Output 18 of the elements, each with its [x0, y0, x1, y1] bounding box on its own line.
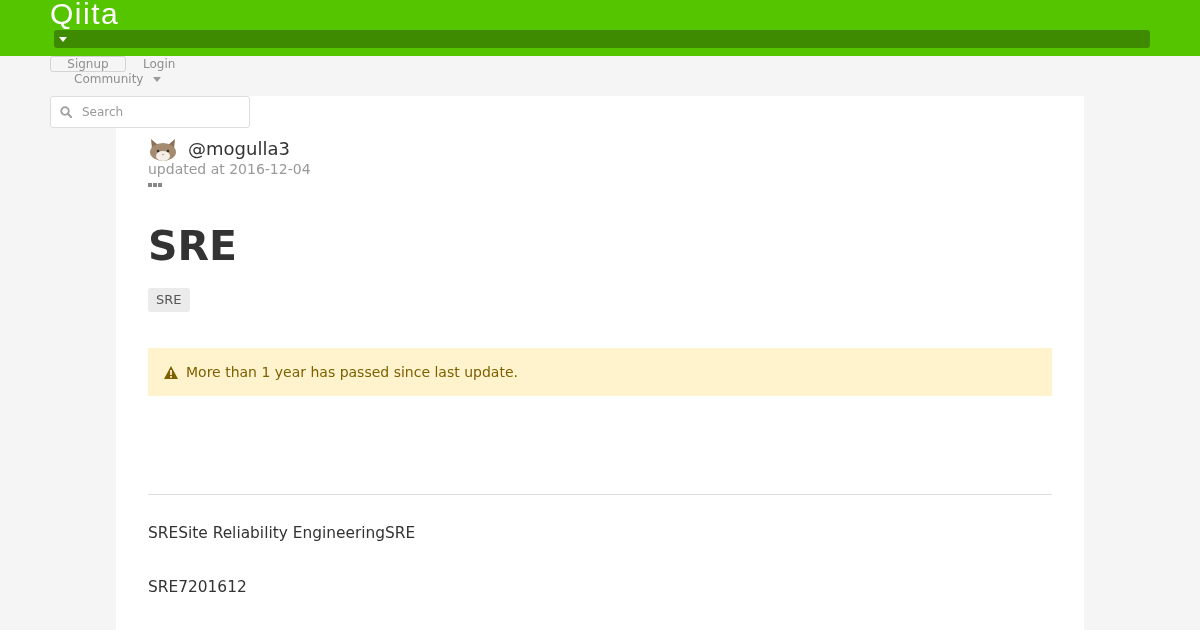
caret-icon[interactable]	[59, 36, 67, 42]
alert-text: More than 1 year has passed since last update.	[186, 363, 518, 381]
search-icon	[60, 106, 72, 118]
signup-button[interactable]: Signup	[50, 56, 126, 72]
search-field[interactable]: Search	[50, 96, 250, 128]
more-options-icon[interactable]	[148, 183, 162, 187]
community-link[interactable]: Community	[74, 73, 144, 85]
logo[interactable]: Qiita	[50, 0, 120, 28]
cat-avatar-icon[interactable]	[148, 137, 178, 161]
paragraph: SRE7201612	[148, 577, 247, 598]
article-title: SRE	[148, 221, 238, 271]
updated-date: updated at 2016-12-04	[148, 161, 311, 177]
tag-link[interactable]: SRE	[148, 288, 190, 312]
caret-icon[interactable]	[153, 76, 162, 82]
author-link[interactable]: @mogulla3	[188, 137, 290, 161]
warning-icon	[164, 365, 178, 379]
paragraph: SRESite Reliability EngineeringSRE	[148, 523, 416, 544]
login-link[interactable]: Login	[143, 57, 176, 71]
